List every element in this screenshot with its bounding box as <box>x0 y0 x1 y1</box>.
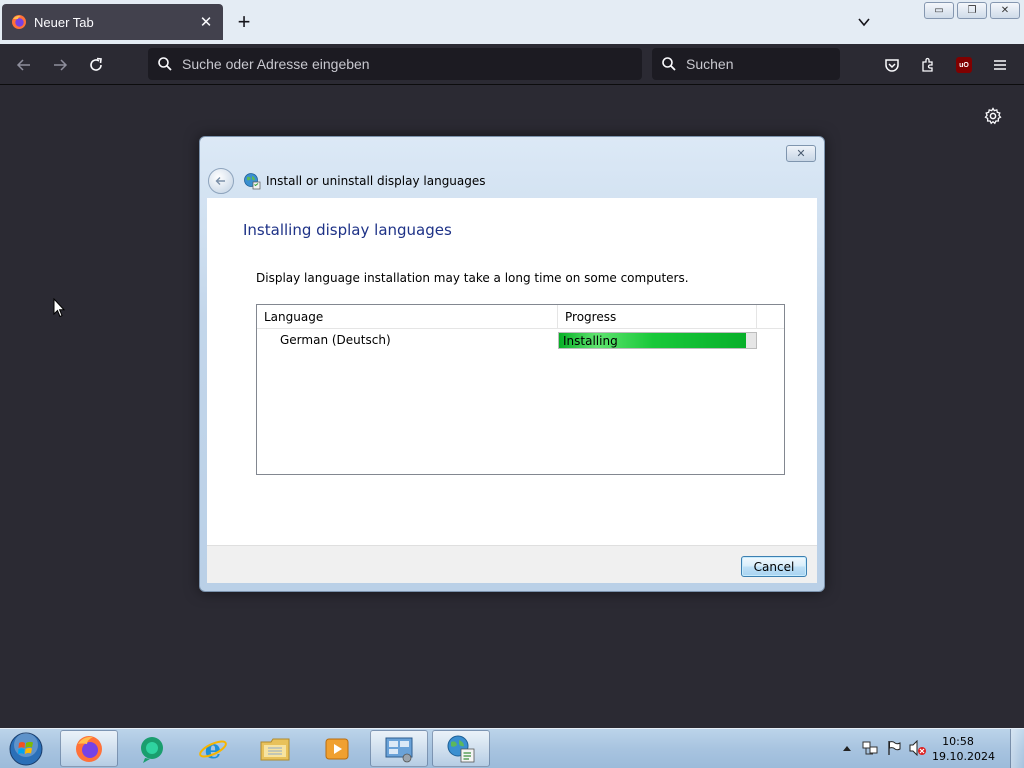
dialog-content: Installing display languages Display lan… <box>207 198 817 545</box>
back-arrow-icon <box>215 177 225 185</box>
chevron-down-icon <box>858 18 870 27</box>
show-hidden-icons-button[interactable] <box>838 739 856 757</box>
taskbar-control-panel[interactable] <box>370 730 428 767</box>
firefox-icon <box>76 735 102 762</box>
clock-date: 19.10.2024 <box>932 750 995 763</box>
svg-text:e: e <box>205 735 222 764</box>
search-icon <box>662 57 676 71</box>
list-all-tabs-button[interactable] <box>851 11 877 33</box>
dialog-heading: Installing display languages <box>243 221 452 239</box>
pocket-icon <box>885 59 899 72</box>
taskbar-internet-explorer[interactable]: e <box>184 730 242 767</box>
progress-status: Installing <box>563 334 618 348</box>
forward-button[interactable] <box>45 50 75 80</box>
chevron-up-icon <box>843 746 851 751</box>
network-tray-button[interactable] <box>861 739 879 757</box>
show-desktop-button[interactable] <box>1010 729 1024 768</box>
language-progress-list[interactable]: Language Progress German (Deutsch) Insta… <box>256 304 785 475</box>
file-explorer-icon <box>260 738 290 760</box>
url-placeholder: Suche oder Adresse eingeben <box>182 56 370 72</box>
install-languages-dialog: ✕ Install or uninstall display languages… <box>199 136 825 592</box>
window-close-button[interactable]: ✕ <box>990 2 1020 19</box>
tab-title: Neuer Tab <box>34 14 94 30</box>
media-player-icon <box>325 738 349 759</box>
language-progress-bar: Installing <box>558 332 757 349</box>
tab-strip: Neuer Tab ✕ + ▭ ❐ ✕ <box>0 0 1024 44</box>
navigation-toolbar: Suche oder Adresse eingeben Suchen uO <box>0 44 1024 85</box>
taskbar-file-explorer[interactable] <box>246 730 304 767</box>
taskbar-display-language[interactable] <box>432 730 490 767</box>
dialog-back-button[interactable] <box>208 168 234 194</box>
new-tab-button[interactable]: + <box>231 9 257 35</box>
hamburger-menu-icon <box>994 60 1006 70</box>
windows-start-orb <box>9 732 43 766</box>
action-center-tray-button[interactable] <box>885 739 903 757</box>
internet-explorer-icon: e <box>199 735 227 764</box>
control-panel-icon <box>385 737 413 762</box>
taskbar-clock[interactable]: 10:58 19.10.2024 <box>932 734 995 764</box>
browser-tab[interactable]: Neuer Tab ✕ <box>2 4 223 40</box>
back-arrow-icon <box>16 59 30 71</box>
display-language-icon <box>447 735 475 762</box>
language-name: German (Deutsch) <box>280 333 391 347</box>
cancel-button[interactable]: Cancel <box>741 556 807 577</box>
dialog-header: Install or uninstall display languages <box>208 167 486 195</box>
list-header: Language Progress <box>257 305 784 329</box>
app-menu-button[interactable] <box>985 50 1015 80</box>
reload-button[interactable] <box>81 50 111 80</box>
pocket-button[interactable] <box>877 50 907 80</box>
speaker-muted-icon <box>909 740 926 756</box>
reload-icon <box>90 57 102 71</box>
clock-time: 10:58 <box>942 735 974 748</box>
url-input[interactable]: Suche oder Adresse eingeben <box>148 48 642 80</box>
extensions-button[interactable] <box>913 50 943 80</box>
taskbar-firefox[interactable] <box>60 730 118 767</box>
flag-icon <box>888 741 901 755</box>
list-item[interactable]: German (Deutsch) Installing <box>257 330 784 351</box>
extensions-icon <box>922 57 933 72</box>
back-button[interactable] <box>9 50 39 80</box>
tab-close-button[interactable]: ✕ <box>195 11 217 33</box>
ublock-button[interactable]: uO <box>949 50 979 80</box>
dialog-close-button[interactable]: ✕ <box>786 145 816 162</box>
minimize-button[interactable]: ▭ <box>924 2 954 19</box>
column-header-language[interactable]: Language <box>257 305 558 329</box>
window-controls: ▭ ❐ ✕ <box>924 2 1020 19</box>
dialog-title: Install or uninstall display languages <box>266 174 486 188</box>
newtab-settings-button[interactable] <box>980 103 1006 129</box>
messenger-icon <box>141 736 163 763</box>
network-icon <box>862 741 878 755</box>
ublock-icon: uO <box>956 57 972 73</box>
column-header-progress[interactable]: Progress <box>558 305 757 329</box>
dialog-footer: Cancel <box>207 545 817 583</box>
display-language-icon <box>244 173 261 190</box>
gear-icon <box>984 107 1002 125</box>
taskbar-messenger[interactable] <box>122 730 180 767</box>
firefox-icon <box>12 15 26 29</box>
start-button[interactable] <box>6 730 46 768</box>
restore-button[interactable]: ❐ <box>957 2 987 19</box>
forward-arrow-icon <box>54 59 68 71</box>
taskbar: e 10:58 19.10.2024 <box>0 728 1024 768</box>
search-input[interactable]: Suchen <box>652 48 840 80</box>
search-icon <box>158 57 172 71</box>
search-placeholder: Suchen <box>686 56 734 72</box>
mouse-cursor-icon <box>53 298 65 318</box>
taskbar-media-player[interactable] <box>308 730 366 767</box>
volume-tray-button[interactable] <box>909 739 927 757</box>
dialog-description: Display language installation may take a… <box>256 271 689 285</box>
